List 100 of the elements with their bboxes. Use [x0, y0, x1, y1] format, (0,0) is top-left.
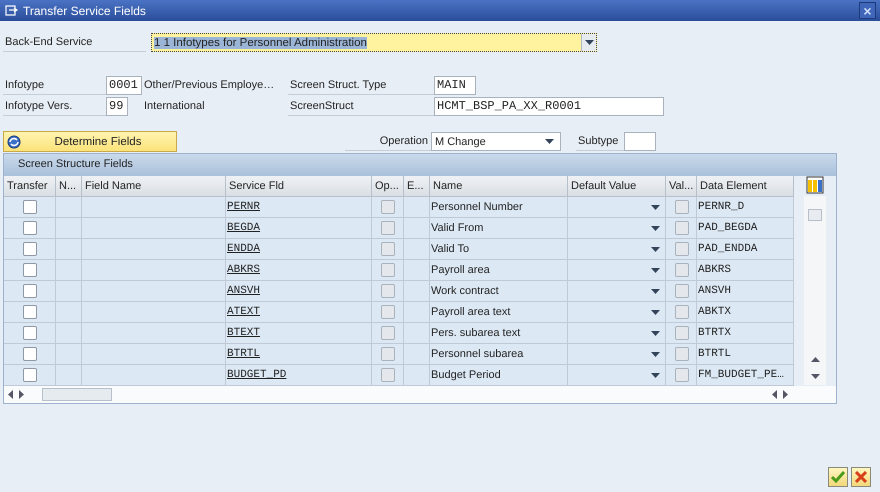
- table-cell: PAD_BEGDA: [697, 218, 794, 239]
- table-cell: Work contract: [430, 281, 568, 302]
- column-header[interactable]: Transfer: [4, 176, 56, 197]
- default-value-dropdown[interactable]: [568, 239, 666, 260]
- subtype-field[interactable]: [624, 132, 656, 151]
- default-value-dropdown[interactable]: [568, 365, 666, 386]
- table-cell[interactable]: ABKRS: [226, 260, 372, 281]
- checkbox[interactable]: [674, 200, 688, 214]
- checkbox[interactable]: [674, 326, 688, 340]
- column-header[interactable]: Data Element: [697, 176, 794, 197]
- table-cell: Personnel Number: [430, 197, 568, 218]
- scroll-up-icon[interactable]: [810, 357, 820, 362]
- checkbox[interactable]: [674, 242, 688, 256]
- checkbox[interactable]: [381, 305, 395, 319]
- panel-title: Screen Structure Fields: [4, 154, 836, 176]
- table-cell: PAD_ENDDA: [697, 239, 794, 260]
- checkbox[interactable]: [381, 242, 395, 256]
- default-value-dropdown[interactable]: [568, 218, 666, 239]
- dropdown-arrow-icon: [651, 310, 660, 314]
- column-header[interactable]: E...: [404, 176, 430, 197]
- table-cell: BTRTX: [697, 323, 794, 344]
- checkmark-icon: [831, 471, 845, 483]
- table-cell[interactable]: ATEXT: [226, 302, 372, 323]
- cancel-button[interactable]: [851, 467, 871, 487]
- infotype-version-description: International: [143, 99, 206, 114]
- dropdown-arrow-icon: [651, 268, 660, 272]
- checkbox[interactable]: [381, 347, 395, 361]
- dropdown-arrow-icon: [651, 288, 660, 294]
- column-header[interactable]: Field Name: [82, 176, 226, 197]
- vertical-scrollbar[interactable]: [804, 196, 826, 385]
- input-field[interactable]: MAIN: [434, 76, 476, 95]
- checkbox[interactable]: [674, 284, 688, 298]
- default-value-dropdown[interactable]: [568, 281, 666, 302]
- dropdown-arrow-icon: [651, 372, 660, 378]
- table-cell[interactable]: BEGDA: [226, 218, 372, 239]
- checkbox[interactable]: [381, 284, 395, 298]
- checkbox[interactable]: [23, 200, 37, 214]
- default-value-dropdown[interactable]: [568, 323, 666, 344]
- field-label: Back-End Service: [3, 33, 146, 52]
- confirm-button[interactable]: [828, 467, 848, 487]
- checkbox[interactable]: [23, 221, 37, 235]
- scroll-thumb[interactable]: [808, 209, 822, 221]
- column-header[interactable]: Op...: [372, 176, 404, 197]
- table-cell[interactable]: ANSVH: [226, 281, 372, 302]
- checkbox[interactable]: [381, 200, 395, 214]
- scroll-thumb[interactable]: [42, 388, 112, 401]
- checkbox[interactable]: [381, 221, 395, 235]
- table-cell[interactable]: ENDDA: [226, 239, 372, 260]
- checkbox[interactable]: [674, 305, 688, 319]
- scroll-right-icon[interactable]: [783, 390, 788, 399]
- column-header[interactable]: N...: [56, 176, 82, 197]
- checkbox[interactable]: [674, 347, 688, 361]
- table-cell: Personnel subarea: [430, 344, 568, 365]
- checkbox[interactable]: [23, 368, 37, 382]
- scroll-left-icon[interactable]: [772, 390, 777, 399]
- default-value-dropdown[interactable]: [568, 302, 666, 323]
- table-cell: Pers. subarea text: [430, 323, 568, 344]
- refresh-icon: [6, 134, 22, 150]
- input-field[interactable]: 0001: [106, 76, 142, 95]
- table-cell: PERNR_D: [697, 197, 794, 218]
- scroll-down-icon[interactable]: [810, 374, 820, 379]
- default-value-dropdown[interactable]: [568, 260, 666, 281]
- operation-dropdown[interactable]: M Change: [431, 132, 561, 151]
- table-cell[interactable]: BUDGET_PD: [226, 365, 372, 386]
- checkbox[interactable]: [23, 284, 37, 298]
- backend-service-dropdown[interactable]: 1 1 Infotypes for Personnel Administration: [151, 33, 597, 52]
- table-cell[interactable]: PERNR: [226, 197, 372, 218]
- horizontal-scrollbar[interactable]: [4, 386, 836, 403]
- close-button[interactable]: ×: [859, 2, 876, 19]
- column-header[interactable]: Val...: [666, 176, 697, 197]
- checkbox[interactable]: [674, 263, 688, 277]
- scroll-right-icon[interactable]: [19, 390, 24, 399]
- checkbox[interactable]: [674, 221, 688, 235]
- table-cell[interactable]: BTEXT: [226, 323, 372, 344]
- table-cell: Valid To: [430, 239, 568, 260]
- determine-fields-button[interactable]: Determine Fields: [3, 131, 177, 152]
- table-cell: BTRTL: [697, 344, 794, 365]
- table-cell[interactable]: BTRTL: [226, 344, 372, 365]
- table-cell: ANSVH: [697, 281, 794, 302]
- scroll-left-icon[interactable]: [8, 390, 13, 399]
- checkbox[interactable]: [23, 263, 37, 277]
- checkbox[interactable]: [23, 326, 37, 340]
- column-settings-icon[interactable]: [806, 176, 824, 194]
- checkbox[interactable]: [381, 368, 395, 382]
- table-cell: Valid From: [430, 218, 568, 239]
- checkbox[interactable]: [381, 263, 395, 277]
- column-header[interactable]: Default Value: [568, 176, 666, 197]
- checkbox[interactable]: [23, 347, 37, 361]
- default-value-dropdown[interactable]: [568, 344, 666, 365]
- column-header[interactable]: Name: [430, 176, 568, 197]
- checkbox[interactable]: [23, 305, 37, 319]
- dialog-icon: [5, 5, 18, 16]
- input-field[interactable]: HCMT_BSP_PA_XX_R0001: [434, 97, 664, 116]
- dropdown-arrow-icon: [651, 226, 660, 230]
- checkbox[interactable]: [381, 326, 395, 340]
- input-field[interactable]: 99: [106, 97, 128, 116]
- checkbox[interactable]: [674, 368, 688, 382]
- checkbox[interactable]: [23, 242, 37, 256]
- default-value-dropdown[interactable]: [568, 197, 666, 218]
- column-header[interactable]: Service Fld: [226, 176, 372, 197]
